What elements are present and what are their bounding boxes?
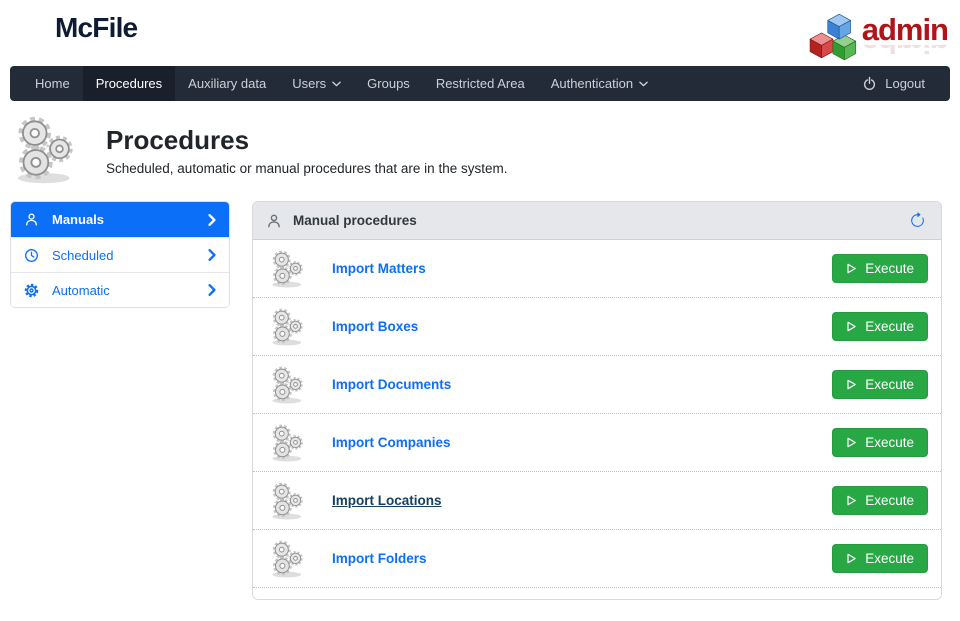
- user-badge: admin admin: [808, 12, 949, 60]
- nav-item-authentication-label: Authentication: [550, 76, 634, 91]
- execute-button[interactable]: Execute: [832, 254, 928, 283]
- nav-item-auxiliary-data[interactable]: Auxiliary data: [175, 66, 279, 101]
- nav-item-restricted-area[interactable]: Restricted Area: [423, 66, 538, 101]
- play-icon: [846, 553, 857, 564]
- admin-label-reflection: admin: [862, 45, 948, 57]
- play-icon: [846, 321, 857, 332]
- procedure-link-import-companies[interactable]: Import Companies: [332, 435, 451, 450]
- procedure-link-import-matters[interactable]: Import Matters: [332, 261, 426, 276]
- admin-label-wrap: admin admin: [861, 12, 949, 57]
- execute-button[interactable]: Execute: [832, 544, 928, 573]
- procedure-link-import-locations[interactable]: Import Locations: [332, 493, 442, 508]
- page-header-text: Procedures Scheduled, automatic or manua…: [106, 125, 507, 176]
- brand-name: McFile: [55, 12, 138, 43]
- execute-button-label: Execute: [865, 551, 914, 566]
- power-icon: [862, 76, 877, 91]
- chevron-down-icon: [332, 81, 341, 87]
- play-icon: [846, 263, 857, 274]
- procedure-link-import-folders[interactable]: Import Folders: [332, 551, 427, 566]
- procedure-link-import-boxes[interactable]: Import Boxes: [332, 319, 418, 334]
- person-icon: [24, 212, 39, 227]
- page-title: Procedures: [106, 124, 250, 155]
- execute-button[interactable]: Execute: [832, 486, 928, 515]
- page-header: Procedures Scheduled, automatic or manua…: [0, 101, 960, 201]
- sidebar-item-automatic[interactable]: Automatic: [11, 272, 229, 307]
- sidebar-item-scheduled-label: Scheduled: [52, 247, 114, 263]
- navbar-right-group: Logout: [849, 66, 938, 101]
- sidebar-item-manuals-label: Manuals: [52, 212, 105, 227]
- chevron-right-icon: [208, 249, 216, 261]
- procedure-link-import-documents[interactable]: Import Documents: [332, 377, 451, 392]
- page-subtitle: Scheduled, automatic or manual procedure…: [106, 160, 508, 176]
- nav-item-users-label: Users: [292, 76, 327, 91]
- nav-item-procedures[interactable]: Procedures: [82, 66, 176, 101]
- gears-icon: [268, 423, 308, 463]
- execute-button-label: Execute: [865, 377, 914, 392]
- admin-cubes-icon: [809, 13, 856, 60]
- panel-footer: [253, 588, 941, 599]
- gear-icon: [24, 283, 39, 298]
- panel-header: Manual procedures: [253, 202, 941, 240]
- play-icon: [846, 495, 857, 506]
- manual-procedures-panel: Manual procedures Import Matters Execute…: [252, 201, 942, 600]
- page: McFile admin Home Procedures Auxiliary d…: [0, 0, 960, 621]
- play-icon: [846, 437, 857, 448]
- sidebar: Manuals Scheduled Automatic: [10, 201, 230, 308]
- brand: McFile: [10, 10, 138, 46]
- gears-icon: [268, 365, 308, 405]
- procedure-row: Import Documents Execute: [253, 356, 941, 414]
- gears-icon: [268, 307, 308, 347]
- person-icon: [266, 213, 282, 229]
- logout-button[interactable]: Logout: [849, 66, 938, 101]
- refresh-button[interactable]: [907, 210, 928, 231]
- execute-button[interactable]: Execute: [832, 370, 928, 399]
- nav-item-auxiliary-data-label: Auxiliary data: [188, 76, 267, 91]
- execute-button-label: Execute: [865, 319, 914, 334]
- main-navbar: Home Procedures Auxiliary data Users Gro…: [10, 66, 950, 101]
- nav-item-restricted-area-label: Restricted Area: [435, 76, 525, 91]
- gears-icon: [268, 539, 308, 579]
- execute-button-label: Execute: [865, 261, 914, 276]
- procedure-row: Import Matters Execute: [253, 240, 941, 298]
- nav-item-home[interactable]: Home: [22, 66, 83, 101]
- procedure-row: Import Locations Execute: [253, 472, 941, 530]
- clock-icon: [24, 248, 39, 263]
- execute-button-label: Execute: [865, 435, 914, 450]
- sidebar-item-manuals[interactable]: Manuals: [11, 202, 229, 237]
- sidebar-item-scheduled[interactable]: Scheduled: [11, 237, 229, 272]
- logout-label: Logout: [885, 76, 925, 91]
- nav-item-authentication[interactable]: Authentication: [538, 66, 661, 101]
- gears-icon: [268, 481, 308, 521]
- nav-item-home-label: Home: [35, 76, 70, 91]
- content: Manuals Scheduled Automatic Manual proce…: [0, 201, 960, 600]
- topbar: McFile admin: [0, 0, 960, 66]
- gears-icon: [268, 249, 308, 289]
- procedure-row: Import Companies Execute: [253, 414, 941, 472]
- procedure-row: Import Folders Execute: [253, 530, 941, 588]
- panel-title: Manual procedures: [293, 213, 417, 228]
- sidebar-item-automatic-label: Automatic: [52, 282, 110, 298]
- navbar-left-group: Home Procedures Auxiliary data Users Gro…: [22, 66, 661, 101]
- execute-button[interactable]: Execute: [832, 312, 928, 341]
- nav-item-users[interactable]: Users: [279, 66, 354, 101]
- admin-label: admin: [861, 12, 949, 48]
- play-icon: [846, 379, 857, 390]
- chevron-right-icon: [208, 284, 216, 296]
- gears-icon: [10, 114, 82, 186]
- nav-item-procedures-label: Procedures: [95, 76, 163, 91]
- chevron-down-icon: [639, 81, 648, 87]
- procedure-row: Import Boxes Execute: [253, 298, 941, 356]
- refresh-icon: [909, 212, 926, 229]
- execute-button-label: Execute: [865, 493, 914, 508]
- mcfile-diamond-logo-icon: [12, 12, 44, 44]
- chevron-right-icon: [208, 214, 216, 226]
- nav-item-groups[interactable]: Groups: [354, 66, 423, 101]
- execute-button[interactable]: Execute: [832, 428, 928, 457]
- nav-item-groups-label: Groups: [367, 76, 410, 91]
